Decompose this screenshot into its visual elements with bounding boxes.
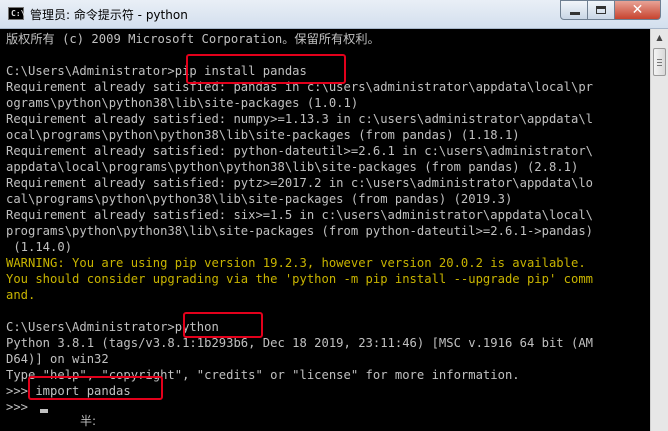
console-warning-line: and. — [6, 288, 36, 302]
scroll-up-arrow-icon[interactable]: ▲ — [651, 29, 668, 46]
console-line: Requirement already satisfied: numpy>=1.… — [6, 112, 593, 126]
window-title: 管理员: 命令提示符 - python — [30, 8, 188, 22]
icon-label: C:\ — [11, 9, 26, 18]
thumb-grip — [657, 65, 662, 66]
console-line: ocal\programs\python\python38\lib\site-p… — [6, 128, 520, 142]
console-warning-line: WARNING: You are using pip version 19.2.… — [6, 256, 586, 270]
thumb-grip — [657, 62, 662, 63]
close-button[interactable]: ✕ — [615, 0, 661, 20]
text-cursor — [40, 409, 48, 413]
console-line: appdata\local\programs\python\python38\l… — [6, 160, 579, 174]
command-prompt-window: C:\ 管理员: 命令提示符 - python ✕ 版权所有 (c) 2009 … — [0, 0, 668, 431]
console-line: ograms\python\python38\lib\site-packages… — [6, 96, 359, 110]
console-lines: 版权所有 (c) 2009 Microsoft Corporation。保留所有… — [6, 31, 593, 415]
console-warning-line: You should consider upgrading via the 'p… — [6, 272, 593, 286]
console-line: C:\Users\Administrator>python — [6, 320, 219, 334]
console-line: 版权所有 (c) 2009 Microsoft Corporation。保留所有… — [6, 32, 380, 46]
console-line: Requirement already satisfied: python-da… — [6, 144, 593, 158]
console-line: cal\programs\python\python38\lib\site-pa… — [6, 192, 513, 206]
maximize-icon — [596, 6, 606, 14]
title-bar[interactable]: C:\ 管理员: 命令提示符 - python ✕ — [0, 0, 668, 29]
console-line: programs\python\python38\lib\site-packag… — [6, 224, 593, 238]
console-line: Requirement already satisfied: pytz>=201… — [6, 176, 593, 190]
cmd-prompt-icon[interactable]: C:\ — [8, 7, 26, 20]
console-line: Python 3.8.1 (tags/v3.8.1:1b293b6, Dec 1… — [6, 336, 593, 350]
console-line: >>> — [6, 400, 36, 414]
highlight-import-pandas — [28, 376, 163, 400]
minimize-icon — [570, 12, 580, 15]
scrollbar-thumb[interactable] — [653, 48, 666, 76]
maximize-button[interactable] — [588, 0, 615, 20]
console-line: Requirement already satisfied: six>=1.5 … — [6, 208, 593, 222]
thumb-grip — [657, 59, 662, 60]
highlight-pip-install — [186, 54, 346, 84]
console-line: D64)] on win32 — [6, 352, 109, 366]
console-line: (1.14.0) — [6, 240, 73, 254]
vertical-scrollbar[interactable]: ▲ — [650, 29, 668, 431]
minimize-button[interactable] — [560, 0, 588, 20]
ime-indicator: 半: — [80, 414, 97, 428]
highlight-python — [183, 312, 263, 338]
close-icon: ✕ — [631, 2, 644, 18]
console-output[interactable]: 版权所有 (c) 2009 Microsoft Corporation。保留所有… — [0, 29, 650, 431]
